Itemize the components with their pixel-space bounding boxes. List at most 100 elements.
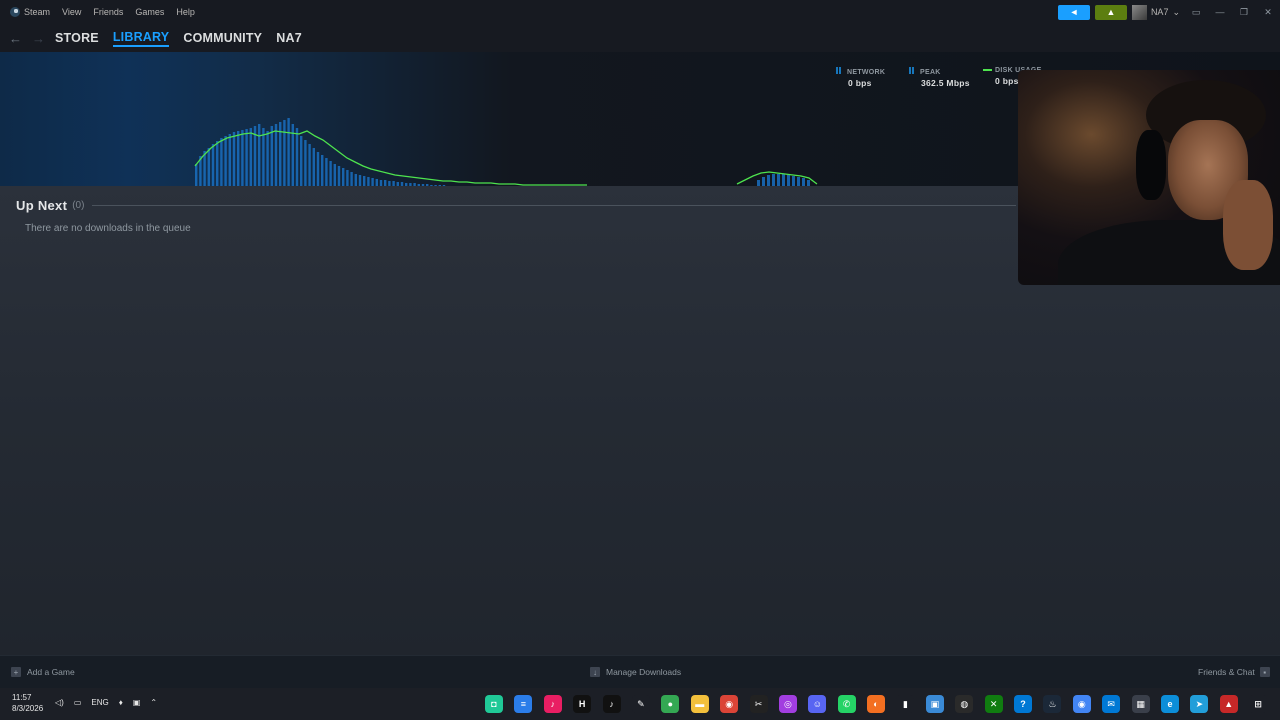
steam-icon[interactable]: ♨ <box>1043 695 1062 713</box>
capcut-icon[interactable]: ✂ <box>749 695 768 713</box>
menu-friends[interactable]: Friends <box>93 7 123 17</box>
terminal-icon[interactable]: ▮ <box>896 695 915 713</box>
edge-icon[interactable]: e <box>1160 695 1179 713</box>
big-picture-icon[interactable]: ▭ <box>1184 0 1208 24</box>
bar-0-43 <box>375 179 378 186</box>
tiktok-icon[interactable]: ♪ <box>602 695 621 713</box>
bottom-bar: + Add a Game ↓ Manage Downloads Friends … <box>0 655 1280 688</box>
bar-1-5 <box>782 174 785 186</box>
bar-0-28 <box>312 148 315 186</box>
webcam-person-hand <box>1223 180 1273 270</box>
menu-bar: Steam View Friends Games Help ◄ ▲ NA7 ⌄ … <box>0 0 1280 24</box>
language-indicator[interactable]: ENG <box>91 698 108 707</box>
help-icon[interactable]: ? <box>1014 695 1033 713</box>
bar-0-11 <box>241 130 244 186</box>
forward-arrow-icon[interactable]: → <box>32 31 45 46</box>
bar-0-22 <box>287 118 290 186</box>
windows-taskbar: 11:57 8/3/2026 ◁) ▭ ENG ♦ ▣ ⌃ ◘ ≡ ♪ H ♪ ✎ ● ▬ ◉ ✂… <box>0 688 1280 720</box>
network-label: NETWORK <box>847 69 886 76</box>
clock[interactable]: 11:57 8/3/2026 <box>12 692 43 714</box>
manage-downloads-button[interactable]: ↓ Manage Downloads <box>590 667 681 677</box>
bar-0-35 <box>342 168 345 186</box>
restore-icon[interactable]: ❐ <box>1232 0 1256 24</box>
bar-0-5 <box>216 141 219 186</box>
mail-icon[interactable]: ✉ <box>1102 695 1121 713</box>
telegram-icon[interactable]: ➤ <box>1190 695 1209 713</box>
account-menu[interactable]: NA7 <box>1151 7 1169 17</box>
bar-0-30 <box>321 155 324 186</box>
bar-0-8 <box>228 134 231 186</box>
whatsapp-icon[interactable]: ✆ <box>837 695 856 713</box>
chevron-up-icon[interactable]: ⌃ <box>150 698 157 707</box>
app-screen-icon[interactable]: ▣ <box>925 695 944 713</box>
peak-label: PEAK <box>920 69 941 76</box>
app-pen-icon[interactable]: ✎ <box>631 695 650 713</box>
bar-0-15 <box>258 124 261 186</box>
bar-1-9 <box>802 178 805 186</box>
notifications-button[interactable]: ▲ <box>1094 4 1127 20</box>
volume-icon[interactable]: ◁) <box>55 698 64 707</box>
webcam-headphones <box>1136 130 1166 200</box>
bar-0-37 <box>350 172 353 186</box>
bar-0-39 <box>358 175 362 186</box>
chrome-2-icon[interactable]: ◉ <box>1072 695 1091 713</box>
menu-view[interactable]: View <box>62 7 81 17</box>
webcam-overlay <box>1018 70 1280 285</box>
bar-0-7 <box>224 136 227 186</box>
bar-0-13 <box>249 128 252 186</box>
network-icon[interactable]: ▣ <box>133 698 141 707</box>
microphone-icon[interactable]: ♦ <box>119 698 123 707</box>
nav-store[interactable]: STORE <box>55 31 99 45</box>
up-next-header: Up Next (0) <box>16 198 1016 213</box>
menu-games[interactable]: Games <box>135 7 164 17</box>
app-pink-icon[interactable]: ♪ <box>543 695 562 713</box>
clock-date: 8/3/2026 <box>12 704 44 713</box>
discord-icon[interactable]: ☺ <box>808 695 827 713</box>
chrome-profile-icon[interactable]: ● <box>661 695 680 713</box>
display-icon[interactable]: ▭ <box>74 698 82 707</box>
line-legend-icon <box>983 69 992 72</box>
megaphone-icon: ◄ <box>1069 7 1079 17</box>
app-green-icon[interactable]: ◘ <box>485 695 503 713</box>
menu-steam[interactable]: Steam <box>24 7 50 17</box>
add-game-button[interactable]: + Add a Game <box>11 667 75 677</box>
announcements-button[interactable]: ◄ <box>1057 4 1090 20</box>
bar-0-12 <box>245 129 248 186</box>
store-icon[interactable]: ▦ <box>1131 695 1150 713</box>
bar-0-40 <box>363 176 366 186</box>
nav-profile[interactable]: NA7 <box>276 31 302 45</box>
bar-0-9 <box>232 132 236 186</box>
avatar[interactable] <box>1131 4 1147 20</box>
bar-0-2 <box>203 151 206 186</box>
app-purple-icon[interactable]: ◎ <box>778 695 797 713</box>
bar-0-6 <box>220 138 223 186</box>
app-red-icon[interactable]: ▲ <box>1219 695 1238 713</box>
system-tray: ◁) ▭ ENG ♦ ▣ ⌃ <box>55 698 167 707</box>
steam-logo-icon <box>10 7 20 17</box>
friends-chat-label: Friends & Chat <box>1198 667 1255 677</box>
app-blue-icon[interactable]: ≡ <box>514 695 533 713</box>
bar-0-24 <box>295 128 299 186</box>
xbox-icon[interactable]: ✕ <box>984 695 1003 713</box>
chevron-down-icon[interactable]: ⌄ <box>1172 7 1180 18</box>
windows-icon[interactable]: ⊞ <box>1249 695 1268 713</box>
nav-community[interactable]: COMMUNITY <box>183 31 262 45</box>
peak-value: 362.5 Mbps <box>921 78 970 88</box>
friends-chat-button[interactable]: Friends & Chat ▪ <box>1198 667 1270 677</box>
bar-0-36 <box>346 170 349 186</box>
app-orange-icon[interactable]: ◐ <box>867 695 886 713</box>
bar-0-41 <box>367 177 370 186</box>
menu-help[interactable]: Help <box>176 7 195 17</box>
close-icon[interactable]: ✕ <box>1256 0 1280 24</box>
nav-library[interactable]: LIBRARY <box>112 30 170 47</box>
add-game-label: Add a Game <box>27 667 75 677</box>
bar-0-26 <box>304 140 307 186</box>
obs-icon[interactable]: ◍ <box>955 695 974 713</box>
file-explorer-icon[interactable]: ▬ <box>690 695 709 713</box>
app-hbox-icon[interactable]: H <box>573 695 592 713</box>
chrome-icon[interactable]: ◉ <box>720 695 739 713</box>
chat-icon: ▪ <box>1259 667 1270 677</box>
back-arrow-icon[interactable]: ← <box>9 31 22 46</box>
network-stat: NETWORK 0 bps <box>836 67 885 88</box>
minimize-icon[interactable]: — <box>1208 0 1232 24</box>
